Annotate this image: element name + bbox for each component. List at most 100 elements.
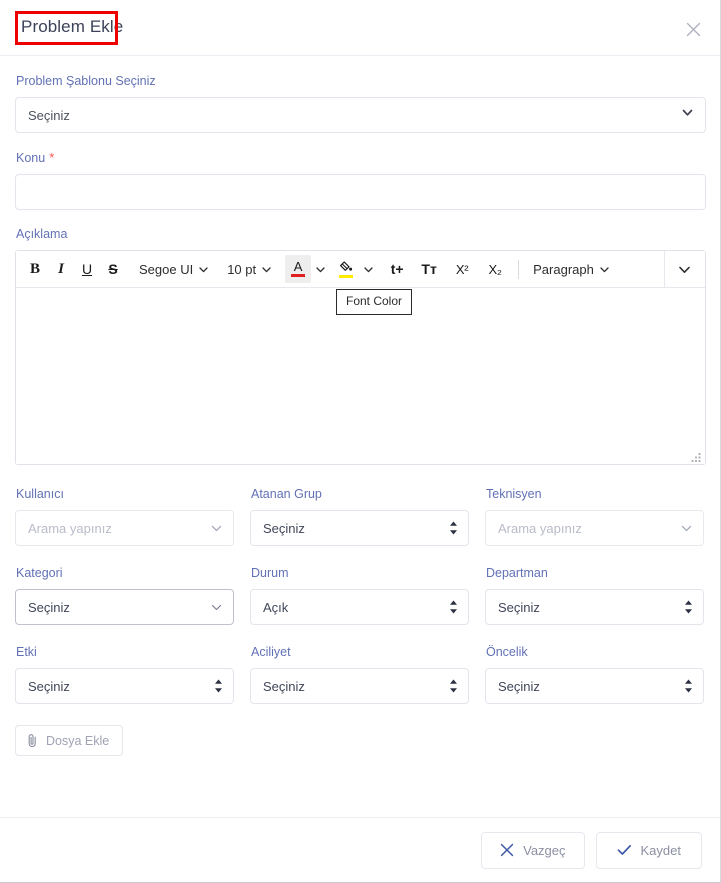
- page-title: Problem Ekle: [21, 17, 124, 36]
- toolbar-overflow-chevron-down-icon[interactable]: [665, 251, 703, 288]
- aciliyet-select[interactable]: Seçiniz: [250, 668, 469, 704]
- subscript-button[interactable]: X₂: [482, 255, 508, 283]
- kategori-value: Seçiniz: [28, 599, 70, 615]
- departman-label: Departman: [486, 566, 548, 580]
- chevron-down-icon: [210, 601, 223, 614]
- kategori-select[interactable]: Seçiniz: [15, 589, 234, 625]
- rich-text-editor: B I U S Segoe UI 10 pt A t+ Tт X² X₂ Par…: [15, 250, 706, 465]
- chevron-down-icon: [681, 106, 694, 124]
- font-color-button[interactable]: A: [285, 255, 312, 283]
- editor-toolbar: B I U S Segoe UI 10 pt A t+ Tт X² X₂ Par…: [16, 250, 705, 288]
- field-kategori: Kategori Seçiniz: [15, 566, 250, 625]
- etki-label: Etki: [16, 645, 37, 659]
- subject-field-group: Konu *: [15, 150, 706, 210]
- atanan-grup-value: Seçiniz: [263, 520, 305, 536]
- field-oncelik: Öncelik Seçiniz: [485, 645, 705, 704]
- modal-footer: Vazgeç Kaydet: [0, 817, 720, 882]
- modal-header: Problem Ekle: [0, 0, 720, 56]
- fields-row-3: Etki Seçiniz Aciliyet Seçiniz Öncelik Se…: [15, 645, 705, 704]
- superscript-button[interactable]: X²: [449, 255, 475, 283]
- problem-template-value: Seçiniz: [28, 107, 70, 123]
- decrease-font-size-button[interactable]: Tт: [416, 255, 442, 283]
- toolbar-divider: [518, 259, 520, 279]
- field-durum: Durum Açık: [250, 566, 485, 625]
- aciliyet-label: Aciliyet: [251, 645, 291, 659]
- updown-arrows-icon: [449, 679, 458, 694]
- description-field-group: Açıklama B I U S Segoe UI 10 pt A t+ Tт …: [15, 227, 706, 465]
- add-file-label: Dosya Ekle: [46, 733, 110, 748]
- updown-arrows-icon: [684, 600, 693, 615]
- resize-grip-icon[interactable]: [691, 450, 702, 462]
- font-color-swatch: [291, 274, 306, 277]
- problem-template-select[interactable]: Seçiniz: [15, 97, 706, 133]
- updown-arrows-icon: [684, 679, 693, 694]
- subject-input[interactable]: [15, 174, 706, 210]
- durum-select[interactable]: Açık: [250, 589, 469, 625]
- font-family-dropdown[interactable]: Segoe UI: [132, 255, 216, 283]
- font-size-dropdown[interactable]: 10 pt: [220, 255, 279, 283]
- modal-body: Problem Şablonu Seçiniz Seçiniz Konu * Aç…: [0, 56, 720, 817]
- updown-arrows-icon: [449, 521, 458, 536]
- updown-arrows-icon: [214, 679, 223, 694]
- etki-select[interactable]: Seçiniz: [15, 668, 234, 704]
- field-kullanici: Kullanıcı Arama yapınız: [15, 487, 250, 546]
- font-color-glyph: A: [293, 259, 303, 274]
- teknisyen-value: Arama yapınız: [498, 520, 582, 536]
- save-label: Kaydet: [640, 842, 681, 858]
- subject-label: Konu *: [16, 150, 705, 166]
- fields-row-1: Kullanıcı Arama yapınız Atanan Grup Seçi…: [15, 487, 705, 546]
- attachment-row: Dosya Ekle: [15, 720, 705, 756]
- teknisyen-select[interactable]: Arama yapınız: [485, 510, 704, 546]
- strikethrough-button[interactable]: S: [100, 255, 126, 283]
- field-atanan-grup: Atanan Grup Seçiniz: [250, 487, 485, 546]
- kullanici-label: Kullanıcı: [16, 487, 64, 501]
- etki-value: Seçiniz: [28, 678, 70, 694]
- paragraph-style-value: Paragraph: [533, 261, 594, 277]
- field-aciliyet: Aciliyet Seçiniz: [250, 645, 485, 704]
- font-color-control: A: [285, 255, 330, 283]
- cancel-button[interactable]: Vazgeç: [481, 831, 585, 869]
- close-icon[interactable]: [682, 18, 704, 40]
- highlight-color-swatch: [339, 274, 354, 278]
- atanan-grup-label: Atanan Grup: [251, 487, 322, 501]
- aciliyet-value: Seçiniz: [263, 678, 305, 694]
- oncelik-label: Öncelik: [486, 645, 528, 659]
- chevron-down-icon: [599, 264, 610, 275]
- durum-value: Açık: [263, 599, 289, 615]
- highlight-color-button[interactable]: [333, 255, 359, 283]
- highlight-color-dropdown-toggle[interactable]: [359, 255, 378, 283]
- fields-row-2: Kategori Seçiniz Durum Açık Departman Se…: [15, 566, 705, 625]
- kullanici-select[interactable]: Arama yapınız: [15, 510, 234, 546]
- font-size-value: 10 pt: [227, 261, 257, 277]
- problem-add-modal: Problem Ekle Problem Şablonu Seçiniz Seç…: [0, 0, 721, 883]
- updown-arrows-icon: [449, 600, 458, 615]
- template-field-group: Problem Şablonu Seçiniz Seçiniz: [15, 74, 706, 133]
- template-label: Problem Şablonu Seçiniz: [16, 74, 156, 88]
- check-icon: [617, 843, 632, 857]
- atanan-grup-select[interactable]: Seçiniz: [250, 510, 469, 546]
- save-button[interactable]: Kaydet: [595, 831, 702, 869]
- font-color-dropdown-toggle[interactable]: [311, 255, 330, 283]
- oncelik-select[interactable]: Seçiniz: [485, 668, 704, 704]
- field-departman: Departman Seçiniz: [485, 566, 705, 625]
- font-color-tooltip: Font Color: [336, 289, 413, 315]
- paragraph-style-dropdown[interactable]: Paragraph: [526, 255, 617, 283]
- italic-button[interactable]: I: [48, 255, 74, 283]
- font-family-value: Segoe UI: [139, 261, 194, 277]
- kullanici-value: Arama yapınız: [28, 520, 112, 536]
- subject-label-text: Konu: [16, 151, 46, 165]
- field-teknisyen: Teknisyen Arama yapınız: [485, 487, 705, 546]
- increase-font-size-button[interactable]: t+: [384, 255, 410, 283]
- add-file-button[interactable]: Dosya Ekle: [15, 725, 124, 756]
- oncelik-value: Seçiniz: [498, 678, 540, 694]
- durum-label: Durum: [251, 566, 289, 580]
- bold-button[interactable]: B: [22, 255, 48, 283]
- departman-value: Seçiniz: [498, 599, 540, 615]
- required-asterisk: *: [49, 150, 55, 165]
- underline-button[interactable]: U: [74, 255, 100, 283]
- description-label: Açıklama: [16, 227, 68, 241]
- chevron-down-icon: [198, 264, 209, 275]
- highlight-icon: [339, 260, 353, 274]
- highlight-color-control: [333, 255, 378, 283]
- departman-select[interactable]: Seçiniz: [485, 589, 704, 625]
